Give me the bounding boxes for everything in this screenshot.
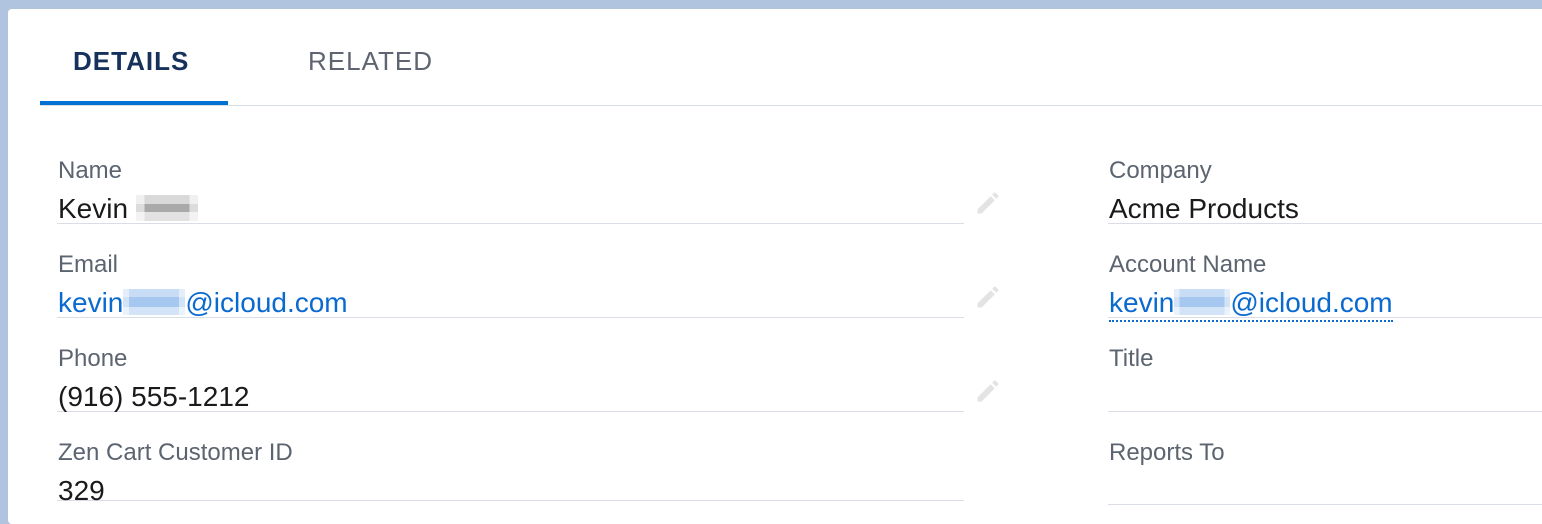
field-name: Name Kevin xyxy=(57,143,964,224)
redacted-text xyxy=(123,289,186,315)
field-zen-cart-customer-id: Zen Cart Customer ID 329 xyxy=(57,425,964,506)
email-suffix: @icloud.com xyxy=(185,287,348,318)
account-prefix: kevin xyxy=(1109,287,1175,318)
pencil-icon[interactable] xyxy=(974,377,1002,405)
field-value: 329 xyxy=(58,475,105,506)
field-label: Account Name xyxy=(1109,251,1267,278)
tab-bar: DETAILS RELATED xyxy=(40,9,1542,106)
pencil-icon[interactable] xyxy=(974,283,1002,311)
field-label: Reports To xyxy=(1109,439,1225,466)
field-label: Email xyxy=(58,251,119,278)
account-name-link[interactable]: kevin @icloud.com xyxy=(1109,287,1393,322)
email-prefix: kevin xyxy=(58,287,124,318)
field-value: Acme Products xyxy=(1109,193,1299,224)
record-detail-card: DETAILS RELATED Name Kevin Email kevin @i… xyxy=(8,9,1542,524)
field-label: Title xyxy=(1109,345,1154,372)
field-title: Title xyxy=(1108,331,1542,412)
field-label: Zen Cart Customer ID xyxy=(58,439,293,466)
field-label: Phone xyxy=(58,345,128,372)
email-link[interactable]: kevin @icloud.com xyxy=(58,287,348,319)
account-link-text: kevin @icloud.com xyxy=(1109,287,1393,322)
field-phone: Phone (916) 555-1212 xyxy=(57,331,964,412)
field-value: (916) 555-1212 xyxy=(58,381,250,412)
field-account-name: Account Name kevin @icloud.com xyxy=(1108,237,1542,322)
field-email: Email kevin @icloud.com xyxy=(57,237,964,318)
redacted-text xyxy=(1174,289,1231,315)
tab-details[interactable]: DETAILS xyxy=(73,46,189,77)
account-suffix: @icloud.com xyxy=(1230,287,1393,318)
name-first: Kevin xyxy=(58,193,129,224)
redacted-text xyxy=(135,195,198,221)
field-label: Company xyxy=(1109,157,1212,184)
field-company: Company Acme Products xyxy=(1108,143,1542,224)
active-tab-indicator xyxy=(40,101,228,105)
tab-related[interactable]: RELATED xyxy=(308,46,433,77)
pencil-icon[interactable] xyxy=(974,189,1002,217)
field-reports-to: Reports To xyxy=(1108,425,1542,505)
field-label: Name xyxy=(58,157,123,184)
field-value: Kevin xyxy=(58,193,198,225)
